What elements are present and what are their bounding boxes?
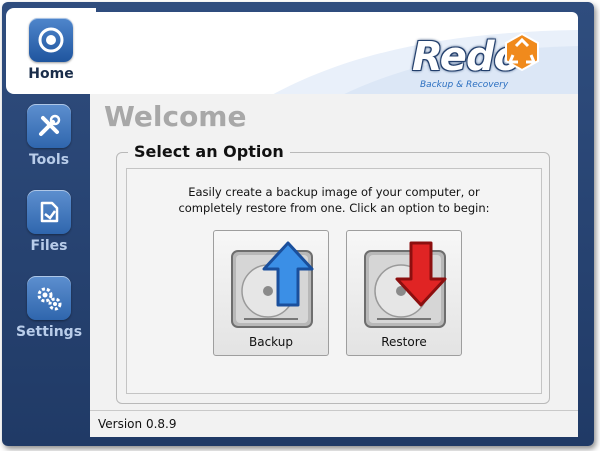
- restore-button-label: Restore: [381, 335, 427, 349]
- sidebar-item-label: Home: [28, 66, 74, 82]
- sidebar-item-home[interactable]: Home: [6, 8, 96, 94]
- sidebar-item-tools[interactable]: Tools: [6, 104, 92, 168]
- sidebar-item-label: Tools: [28, 152, 70, 168]
- sidebar-item-settings[interactable]: Settings: [6, 276, 92, 340]
- gears-icon: [27, 276, 71, 320]
- backup-button-label: Backup: [249, 335, 293, 349]
- intro-line-2: completely restore from one. Click an op…: [178, 201, 490, 215]
- option-group-title: Select an Option: [128, 142, 290, 161]
- intro-line-1: Easily create a backup image of your com…: [188, 185, 480, 199]
- version-label: Version 0.8.9: [98, 417, 177, 431]
- tools-icon: [27, 104, 71, 148]
- drive-download-arrow-icon: [364, 241, 447, 328]
- logo-tagline: Backup & Recovery: [420, 80, 509, 90]
- intro-text: Easily create a backup image of your com…: [126, 184, 542, 216]
- backup-button[interactable]: Backup: [213, 230, 329, 356]
- home-icon: [29, 18, 73, 62]
- drive-upload-arrow-icon: [231, 241, 314, 328]
- page-title: Welcome: [104, 100, 247, 133]
- sidebar-item-label: Files: [30, 238, 68, 254]
- sidebar-item-files[interactable]: Files: [6, 190, 92, 254]
- restore-button[interactable]: Restore: [346, 230, 462, 356]
- sidebar-item-label: Settings: [15, 324, 83, 340]
- files-icon: [27, 190, 71, 234]
- status-bar: Version 0.8.9: [90, 410, 578, 437]
